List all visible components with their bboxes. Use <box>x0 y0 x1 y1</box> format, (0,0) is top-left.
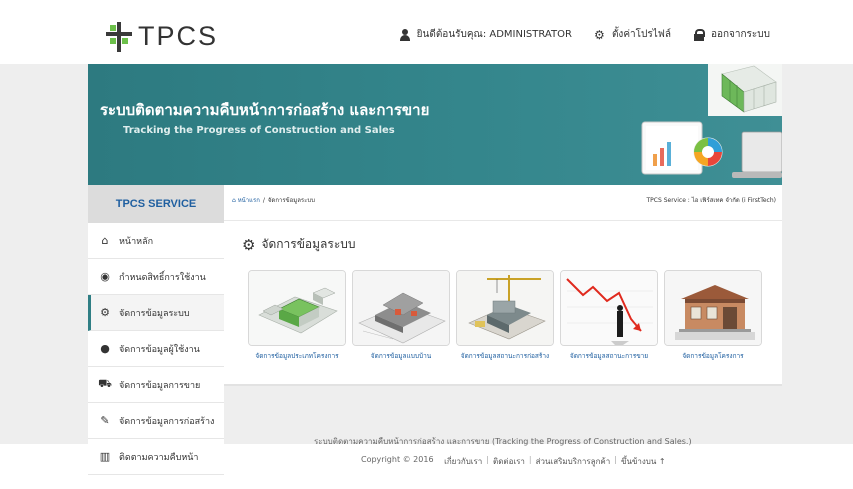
welcome-user: ยินดีต้อนรับคุณ: ADMINISTRATOR <box>399 27 572 42</box>
construction-site-image <box>457 271 553 345</box>
sidebar-item-label: จัดการข้อมูลการขาย <box>119 380 201 391</box>
sales-decline-image <box>561 271 657 345</box>
tile-house-plans[interactable] <box>352 270 450 346</box>
house-plan-image <box>353 271 449 345</box>
gears-icon: ⚙ <box>242 235 256 254</box>
footer-link-about[interactable]: เกี่ยวกับเรา <box>444 455 482 468</box>
top-links: ยินดีต้อนรับคุณ: ADMINISTRATOR ⚙ ตั้งค่า… <box>377 27 770 42</box>
tile-label-construction-status[interactable]: จัดการข้อมูลสถานะการก่อสร้าง <box>450 351 560 361</box>
sidebar-item-permissions[interactable]: ◉ กำหนดสิทธิ์การใช้งาน <box>88 259 224 295</box>
sidebar-item-progress[interactable]: ▥ ติดตามความคืบหน้า <box>88 439 224 475</box>
tile-projects[interactable] <box>664 270 762 346</box>
tile-label-projects[interactable]: จัดการข้อมูลโครงการ <box>658 351 768 361</box>
footer-link-services[interactable]: ส่วนเสริมบริการลูกค้า <box>536 455 611 468</box>
profile-settings-link[interactable]: ⚙ ตั้งค่าโปรไฟล์ <box>594 27 671 42</box>
welcome-text: ยินดีต้อนรับคุณ: ADMINISTRATOR <box>416 29 572 40</box>
system-data-panel: ⚙ จัดการข้อมูลระบบ จัดการข้อมูลประเภทโคร… <box>224 221 782 386</box>
tile-construction-status[interactable] <box>456 270 554 346</box>
profile-settings-label: ตั้งค่าโปรไฟล์ <box>611 29 671 40</box>
sidebar-item-system-data[interactable]: ⚙ จัดการข้อมูลระบบ <box>88 295 224 331</box>
sidebar-item-home[interactable]: ⌂ หน้าหลัก <box>88 223 224 259</box>
wrench-icon: ✎ <box>100 414 110 427</box>
house-image <box>665 271 761 345</box>
footer-description: ระบบติดตามความคืบหน้าการก่อสร้าง และการข… <box>314 437 692 446</box>
tile-sales-status[interactable] <box>560 270 658 346</box>
top-header: TPCS ยินดีต้อนรับคุณ: ADMINISTRATOR ⚙ ตั… <box>88 10 782 64</box>
logout-label: ออกจากระบบ <box>710 29 770 40</box>
sidebar-item-label: กำหนดสิทธิ์การใช้งาน <box>119 272 206 283</box>
sidebar-title: TPCS SERVICE <box>88 185 224 223</box>
tile-label-project-types[interactable]: จัดการข้อมูลประเภทโครงการ <box>242 351 352 361</box>
user-icon: ● <box>100 342 110 355</box>
tile-label-sales-status[interactable]: จัดการข้อมูลสถานะการขาย <box>554 351 664 361</box>
banner-title-thai: ระบบติดตามความคืบหน้าการก่อสร้าง และการข… <box>100 101 430 119</box>
sidebar-item-label: จัดการข้อมูลการก่อสร้าง <box>119 416 215 427</box>
banner-illustration <box>641 64 782 178</box>
bar-chart-icon: ▥ <box>99 450 111 463</box>
logo-mark-icon <box>106 21 132 52</box>
tile-label-house-plans[interactable]: จัดการข้อมูลแบบบ้าน <box>346 351 456 361</box>
breadcrumb: ⌂ หน้าแรก / จัดการข้อมูลระบบ TPCS Servic… <box>224 185 782 221</box>
sidebar-item-construction[interactable]: ✎ จัดการข้อมูลการก่อสร้าง <box>88 403 224 439</box>
breadcrumb-home-link[interactable]: ⌂ หน้าแรก <box>232 195 260 205</box>
footer-link-contact[interactable]: ติดต่อเรา <box>493 455 525 468</box>
logo[interactable]: TPCS <box>106 21 218 52</box>
page-title: ⚙ จัดการข้อมูลระบบ <box>242 235 356 254</box>
service-company: TPCS Service : ไอ เฟิร์สเทค จำกัด (i Fir… <box>646 197 776 204</box>
tile-project-types[interactable] <box>248 270 346 346</box>
banner: ระบบติดตามความคืบหน้าการก่อสร้าง และการข… <box>88 64 782 185</box>
footer-link-back-to-top[interactable]: ขึ้นข้างบน ↑ <box>621 455 666 468</box>
user-icon <box>399 28 411 41</box>
sidebar-item-label: ติดตามความคืบหน้า <box>119 452 199 463</box>
eye-icon: ◉ <box>100 270 110 283</box>
sidebar-item-label: จัดการข้อมูลระบบ <box>119 308 190 319</box>
sidebar: TPCS SERVICE ⌂ หน้าหลัก ◉ กำหนดสิทธิ์การ… <box>88 185 224 489</box>
logo-text: TPCS <box>138 21 219 51</box>
home-icon: ⌂ <box>101 234 109 247</box>
copyright: Copyright © 2016 <box>361 455 434 464</box>
gears-icon: ⚙ <box>100 306 110 319</box>
sidebar-item-users[interactable]: ● จัดการข้อมูลผู้ใช้งาน <box>88 331 224 367</box>
logout-link[interactable]: ออกจากระบบ <box>693 27 770 42</box>
banner-title-english: Tracking the Progress of Construction an… <box>123 125 395 136</box>
gear-icon: ⚙ <box>593 27 605 42</box>
breadcrumb-current: จัดการข้อมูลระบบ <box>267 197 315 204</box>
sidebar-item-label: หน้าหลัก <box>119 236 154 247</box>
building-model-image <box>249 271 345 345</box>
sidebar-item-sales[interactable]: ⛟ จัดการข้อมูลการขาย <box>88 367 224 403</box>
footer-links: Copyright © 2016 เกี่ยวกับเรา | ติดต่อเร… <box>361 455 666 468</box>
lock-icon <box>693 28 705 41</box>
cart-icon: ⛟ <box>98 377 112 390</box>
sidebar-item-label: จัดการข้อมูลผู้ใช้งาน <box>119 344 200 355</box>
